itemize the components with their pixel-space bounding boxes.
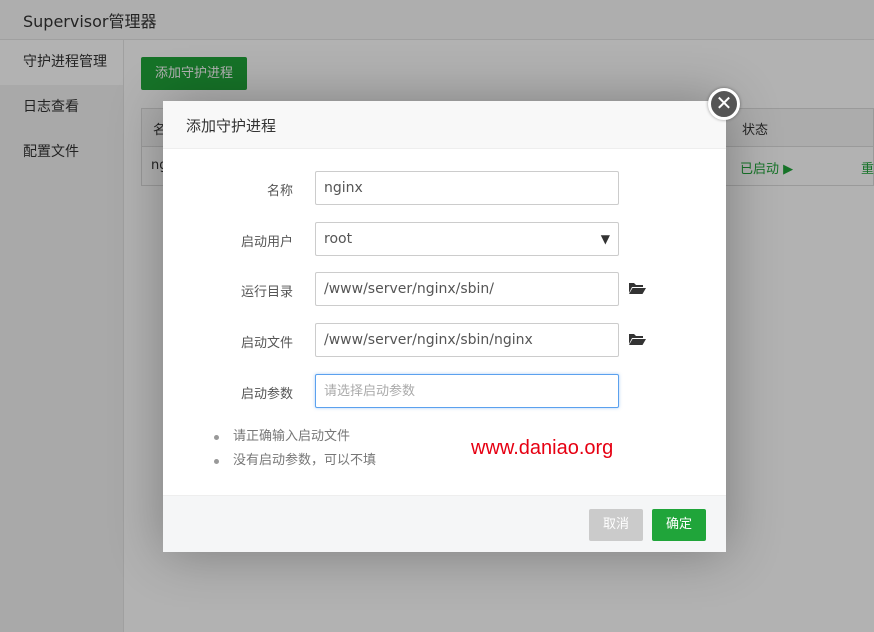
watermark-text: www.daniao.org: [471, 437, 614, 459]
user-label: 启动用户: [240, 235, 293, 250]
dialog-header: 添加守护进程: [163, 101, 726, 149]
form-row-name: 名称 nginx: [163, 171, 726, 205]
folder-open-icon[interactable]: [628, 331, 646, 347]
params-placeholder: 请选择启动参数: [324, 384, 416, 399]
name-input[interactable]: nginx: [315, 171, 619, 205]
form-row-dir: 运行目录 /www/server/nginx/sbin/: [163, 272, 726, 306]
dir-label: 运行目录: [240, 285, 293, 300]
file-input[interactable]: /www/server/nginx/sbin/nginx: [315, 323, 619, 357]
params-input[interactable]: 请选择启动参数: [315, 374, 619, 408]
dialog-title: 添加守护进程: [186, 117, 277, 135]
chevron-down-icon: ▼: [600, 232, 610, 246]
tip-item: 请正确输入启动文件: [211, 425, 376, 449]
params-label: 启动参数: [240, 387, 293, 402]
name-label: 名称: [266, 184, 293, 199]
folder-open-icon[interactable]: [628, 280, 646, 296]
confirm-button[interactable]: 确定: [652, 509, 706, 541]
form-row-user: 启动用户 root ▼: [163, 222, 726, 256]
form-row-params: 启动参数 请选择启动参数: [163, 374, 726, 408]
dir-input[interactable]: /www/server/nginx/sbin/: [315, 272, 619, 306]
form-row-file: 启动文件 /www/server/nginx/sbin/nginx: [163, 323, 726, 357]
add-process-dialog: 添加守护进程 名称 nginx 启动用户 root ▼ 运行目录 /www/se…: [163, 101, 726, 552]
user-select-value: root: [324, 231, 353, 247]
close-icon[interactable]: ✕: [708, 88, 740, 120]
tips-list: 请正确输入启动文件 没有启动参数，可以不填: [211, 425, 376, 473]
cancel-button[interactable]: 取消: [589, 509, 643, 541]
dialog-footer: 取消 确定: [163, 495, 726, 552]
file-label: 启动文件: [240, 336, 293, 351]
user-select[interactable]: root ▼: [315, 222, 619, 256]
tip-item: 没有启动参数，可以不填: [211, 449, 376, 473]
